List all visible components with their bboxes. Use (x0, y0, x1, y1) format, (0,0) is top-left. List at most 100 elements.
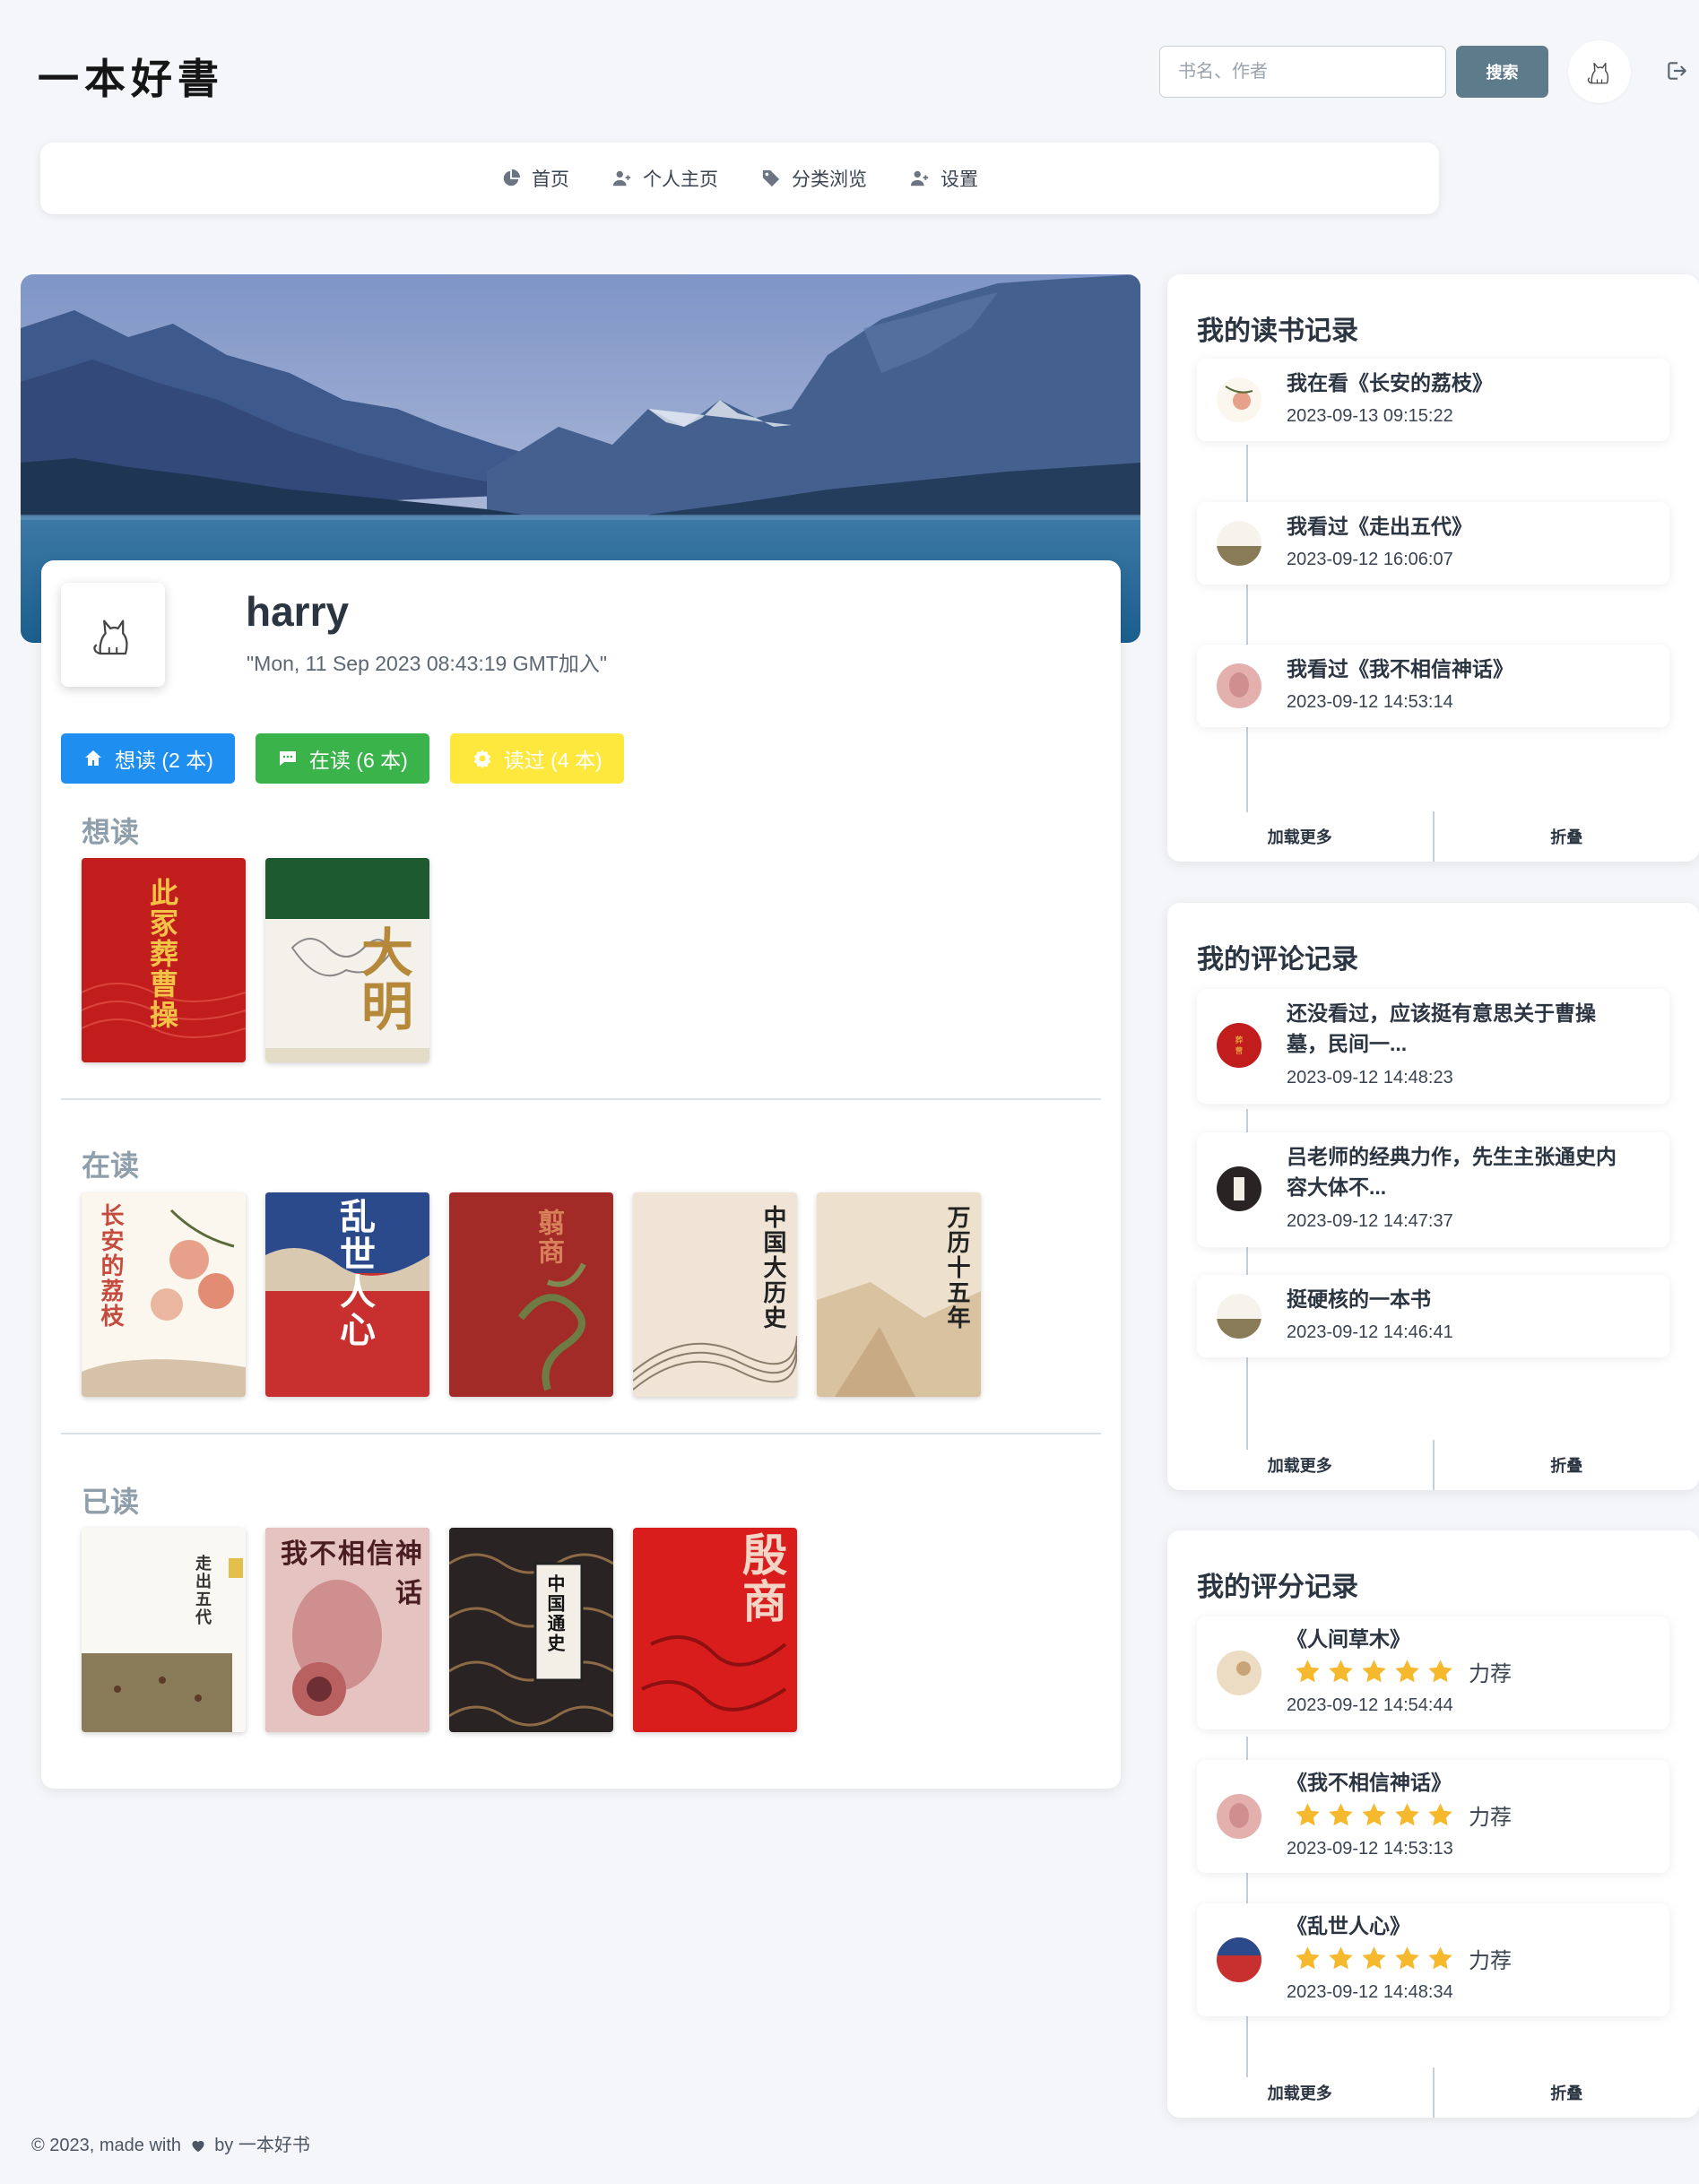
star-rating: 力荐 (1294, 1943, 1512, 1974)
shelf-tabs: 想读 (2 本) 在读 (6 本) 读过 (4 本) (61, 733, 624, 784)
nav-item-profile[interactable]: 个人主页 (612, 165, 718, 192)
star-icon (1294, 1801, 1322, 1829)
load-more-button[interactable]: 加载更多 (1167, 811, 1433, 862)
star-rating: 力荐 (1294, 1656, 1512, 1687)
book-cover[interactable]: 乱世人心 (265, 1192, 429, 1397)
nav-item-categories[interactable]: 分类浏览 (761, 165, 867, 192)
cover-title: 大明 (352, 925, 413, 1033)
rating-verdict: 力荐 (1469, 1806, 1512, 1830)
tab-want-to-read[interactable]: 想读 (2 本) (61, 733, 235, 784)
rated-book-title: 《人间草木》 (1287, 1627, 1410, 1651)
book-cover[interactable]: 殷商 (633, 1528, 797, 1732)
entry-text: 我在看《长安的荔枝》 (1287, 371, 1493, 394)
load-more-button[interactable]: 加载更多 (1167, 2067, 1433, 2118)
load-more-button[interactable]: 加载更多 (1167, 1440, 1433, 1490)
star-icon (1360, 1658, 1388, 1686)
collapse-button[interactable]: 折叠 (1435, 2067, 1699, 2118)
panel-title: 我的读书记录 (1197, 316, 1358, 346)
star-rating: 力荐 (1294, 1799, 1512, 1831)
star-icon (1327, 1801, 1355, 1829)
nav-item-settings[interactable]: 设置 (910, 165, 978, 192)
reading-log-panel: 我的读书记录 我在看《长安的荔枝》 2023-09-13 09:15:22 我看… (1167, 274, 1699, 862)
entry-text: 我看过《我不相信神话》 (1287, 657, 1513, 680)
star-icon (1327, 1945, 1355, 1972)
logout-icon[interactable] (1665, 59, 1688, 82)
book-cover[interactable]: 此冢葬曹操 (82, 858, 246, 1062)
book-cover[interactable]: 我不相信神话 (265, 1528, 429, 1732)
rating-verdict: 力荐 (1469, 1949, 1512, 1973)
entry-text: 挺硬核的一本书 (1287, 1287, 1431, 1311)
main-nav: 首页 个人主页 分类浏览 设置 (40, 143, 1439, 214)
entry-time: 2023-09-13 09:15:22 (1287, 406, 1453, 426)
shelf-read: 走出五代 我不相信神话 中国通史 殷商 (82, 1528, 797, 1732)
book-cover[interactable]: 翦商 (449, 1192, 613, 1397)
star-icon (1294, 1658, 1322, 1686)
tab-reading[interactable]: 在读 (6 本) (255, 733, 429, 784)
entry-text: 还没看过，应该挺有意思关于曹操 (1287, 1001, 1596, 1025)
comment-log-entry[interactable]: 吕老师的经典力作，先生主张通史内 容大体不... 2023-09-12 14:4… (1197, 1132, 1669, 1247)
nav-item-label: 个人主页 (643, 169, 718, 190)
site-logo[interactable]: 一本好書 (38, 47, 224, 106)
book-thumbnail (1217, 1794, 1261, 1839)
star-icon (1393, 1658, 1421, 1686)
chat-icon (279, 751, 296, 766)
star-icon (1360, 1945, 1388, 1972)
star-icon (1426, 1945, 1454, 1972)
reading-log-entry[interactable]: 我看过《走出五代》 2023-09-12 16:06:07 (1197, 502, 1669, 585)
nav-item-label: 分类浏览 (792, 169, 867, 190)
star-icon (1393, 1801, 1421, 1829)
entry-time: 2023-09-12 14:53:13 (1287, 1839, 1453, 1859)
panel-footer: 加载更多 折叠 (1167, 2067, 1699, 2118)
shelf-want: 此冢葬曹操 大明 (82, 858, 429, 1062)
search-input[interactable] (1159, 46, 1446, 98)
entry-time: 2023-09-12 14:48:23 (1287, 1068, 1453, 1088)
comment-log-entry[interactable]: 葬曹 还没看过，应该挺有意思关于曹操 墓，民间一... 2023-09-12 1… (1197, 989, 1669, 1104)
cover-title: 长安的荔枝 (97, 1203, 124, 1329)
cover-title: 乱世人心 (334, 1198, 376, 1348)
reading-log-entry[interactable]: 我在看《长安的荔枝》 2023-09-13 09:15:22 (1197, 359, 1669, 441)
entry-text: 我看过《走出五代》 (1287, 515, 1472, 538)
book-cover[interactable]: 中国通史 (449, 1528, 613, 1732)
entry-time: 2023-09-12 16:06:07 (1287, 550, 1453, 569)
reading-log-entry[interactable]: 我看过《我不相信神话》 2023-09-12 14:53:14 (1197, 645, 1669, 727)
book-cover[interactable]: 走出五代 (82, 1528, 246, 1732)
user-plus-icon (612, 170, 631, 186)
cover-title: 走出五代 (193, 1555, 212, 1626)
shelf-title-reading: 在读 (82, 1149, 140, 1182)
search-button[interactable]: 搜索 (1456, 46, 1548, 98)
rating-log-entry[interactable]: 《人间草木》 力荐 2023-09-12 14:54:44 (1197, 1616, 1669, 1729)
rating-log-entry[interactable]: 《我不相信神话》 力荐 2023-09-12 14:53:13 (1197, 1760, 1669, 1873)
profile-avatar[interactable] (61, 583, 165, 687)
username: harry (246, 588, 350, 635)
footer-credit[interactable]: by 一本好书 (214, 2136, 310, 2155)
entry-text: 容大体不... (1287, 1175, 1387, 1199)
book-cover[interactable]: 大明 (265, 858, 429, 1062)
shelf-divider (61, 1098, 1101, 1100)
timeline-line (1246, 445, 1248, 812)
cover-title: 殷商 (735, 1531, 788, 1625)
cat-avatar-icon (88, 610, 138, 660)
rating-log-entry[interactable]: 《乱世人心》 力荐 2023-09-12 14:48:34 (1197, 1903, 1669, 2016)
rating-verdict: 力荐 (1469, 1662, 1512, 1686)
tab-read[interactable]: 读过 (4 本) (449, 733, 624, 784)
shelf-reading: 长安的荔枝 乱世人心 翦商 中国大历史 万历十五年 (82, 1192, 981, 1397)
book-cover[interactable]: 长安的荔枝 (82, 1192, 246, 1397)
shelf-title-read: 已读 (82, 1486, 140, 1518)
entry-time: 2023-09-12 14:53:14 (1287, 692, 1453, 712)
nav-item-label: 首页 (532, 169, 569, 190)
book-thumbnail (1217, 1166, 1261, 1211)
panel-title: 我的评论记录 (1197, 945, 1358, 975)
collapse-button[interactable]: 折叠 (1435, 811, 1699, 862)
header-avatar[interactable] (1568, 40, 1631, 103)
comment-log-entry[interactable]: 挺硬核的一本书 2023-09-12 14:46:41 (1197, 1275, 1669, 1357)
svg-text:曹: 曹 (1235, 1045, 1243, 1056)
cover-title: 我不相信神话 (281, 1538, 424, 1609)
book-cover[interactable]: 万历十五年 (817, 1192, 981, 1397)
gear-icon (473, 750, 491, 768)
nav-item-home[interactable]: 首页 (501, 165, 569, 192)
cover-title: 万历十五年 (943, 1205, 970, 1330)
cover-art (82, 1558, 243, 1732)
entry-time: 2023-09-12 14:46:41 (1287, 1322, 1453, 1342)
collapse-button[interactable]: 折叠 (1435, 1440, 1699, 1490)
book-cover[interactable]: 中国大历史 (633, 1192, 797, 1397)
